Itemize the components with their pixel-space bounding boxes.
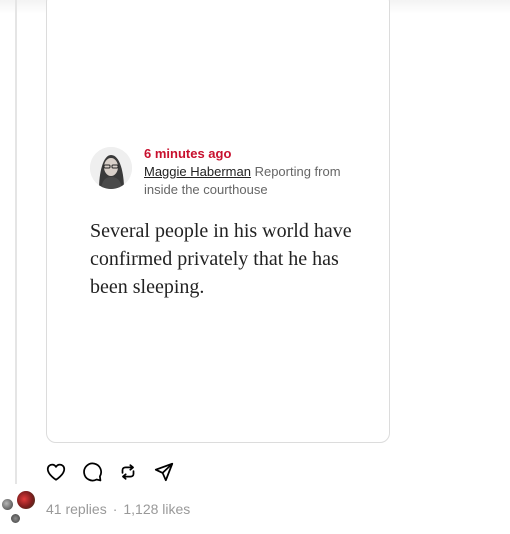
stats-separator: · xyxy=(112,501,118,517)
avatar xyxy=(0,497,15,512)
quote-text: Several people in his world have confirm… xyxy=(90,220,352,298)
likes-count-link[interactable]: 1,128 likes xyxy=(123,501,190,517)
avatar xyxy=(15,489,37,511)
like-button[interactable] xyxy=(45,461,67,483)
byline-text: 6 minutes ago Maggie Haberman Reporting … xyxy=(144,145,344,199)
reply-avatars[interactable] xyxy=(0,489,40,529)
author-name: Maggie Haberman xyxy=(144,164,251,179)
repost-icon xyxy=(121,464,135,480)
embedded-article-image[interactable]: 6 minutes ago Maggie Haberman Reporting … xyxy=(46,0,390,443)
reply-button[interactable] xyxy=(81,461,103,483)
thread-line xyxy=(15,0,17,484)
avatar xyxy=(9,512,22,525)
post-stats: 41 replies · 1,128 likes xyxy=(46,500,190,518)
action-bar xyxy=(45,461,189,483)
replies-count-link[interactable]: 41 replies xyxy=(46,501,107,517)
timestamp: 6 minutes ago xyxy=(144,146,232,161)
author-avatar xyxy=(90,147,132,189)
comment-icon xyxy=(83,462,102,482)
share-icon xyxy=(154,462,174,482)
heart-icon xyxy=(46,463,66,481)
share-button[interactable] xyxy=(153,461,175,483)
repost-button[interactable] xyxy=(117,461,139,483)
